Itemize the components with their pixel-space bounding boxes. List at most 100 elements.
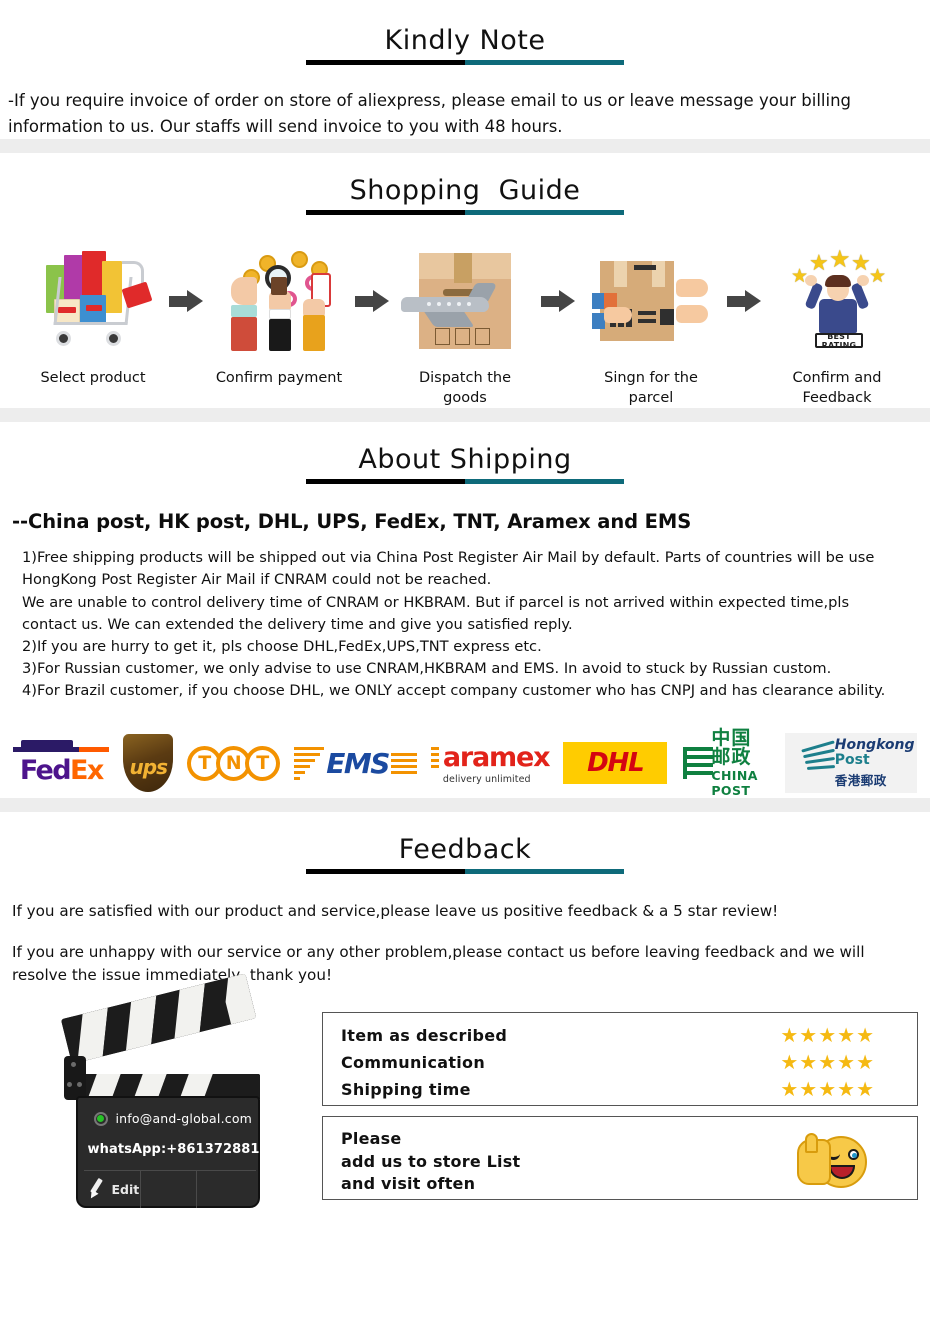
feedback-heading-wrap: Feedback	[0, 834, 930, 875]
rule-teal-segment	[465, 869, 624, 875]
tnt-logo: T N T	[187, 732, 281, 794]
step-label: Confirm and Feedback	[792, 370, 882, 406]
store-list-text: Please add us to store List and visit of…	[341, 1128, 520, 1196]
section-divider-3	[0, 798, 930, 813]
edit-label[interactable]: Edit	[112, 1182, 140, 1197]
shipping-paragraph: 1)Free shipping products will be shipped…	[22, 549, 875, 589]
hongkong-post-logo: Hongkong Post 香港郵政	[784, 732, 917, 794]
feedback-bottom-row: info@and-global.com whatsApp:+8613728817…	[0, 972, 930, 1216]
kindly-note-heading-wrap: Kindly Note	[0, 25, 930, 65]
heading-rule	[306, 60, 624, 65]
rating-stars: ★★★★★	[780, 1077, 875, 1102]
arrow-right-icon	[355, 290, 389, 313]
step-dispatch-goods: Dispatch the goods	[395, 243, 535, 408]
china-post-cn-text: 中国邮政	[711, 726, 752, 769]
fedex-logo-part1: Fed	[19, 755, 72, 787]
rule-black-segment	[306, 60, 465, 65]
dhl-logo-text: DHL	[587, 748, 645, 779]
step-arrow-2	[349, 243, 395, 359]
thumbs-up-wink-emoji-icon	[793, 1133, 867, 1191]
step-label: Dispatch the goods	[418, 370, 512, 406]
feedback-paragraph-2: If you are unhappy with our service or a…	[12, 943, 865, 984]
aramex-logo: aramex delivery unlimited	[430, 732, 551, 794]
hongkong-post-en2: Post	[834, 751, 870, 768]
contact-whatsapp: whatsApp:+8613728817739	[87, 1141, 297, 1157]
rule-teal-segment	[465, 479, 624, 485]
fedex-logo: FedEx	[13, 732, 110, 794]
step-label: Singn for the parcel	[604, 370, 698, 406]
step-confirm-payment: Confirm payment	[209, 243, 349, 389]
rule-teal-segment	[465, 60, 624, 65]
step-arrow-3	[535, 243, 581, 359]
clapperboard-body: info@and-global.com whatsApp:+8613728817…	[75, 1095, 296, 1208]
step-label: Select product	[40, 370, 146, 387]
table-row: Communication ★★★★★	[341, 1049, 903, 1076]
ems-logo-text: EMS	[326, 746, 390, 780]
shipping-paragraph: 3)For Russian customer, we only advise t…	[22, 660, 832, 678]
page-title-kindly-note: Kindly Note	[384, 25, 546, 56]
section-shopping-guide: Shopping Guide Select product Confirm pa…	[0, 153, 930, 408]
heading-rule	[306, 869, 624, 875]
shipping-paragraph: 2)If you are hurry to get it, pls choose…	[22, 637, 542, 655]
heading-rule	[306, 479, 624, 485]
shopping-cart-icon	[23, 243, 163, 359]
store-list-line-3: and visit often	[341, 1174, 476, 1194]
page-title-shopping-guide: Shopping Guide	[349, 175, 581, 207]
about-shipping-heading-wrap: About Shipping	[0, 444, 930, 485]
rule-black-segment	[306, 869, 465, 875]
section-about-shipping: About Shipping --China post, HK post, DH…	[0, 422, 930, 798]
section-feedback: Feedback If you are satisfied with our p…	[0, 812, 930, 1215]
table-row: Item as described ★★★★★	[341, 1022, 903, 1049]
rating-label: Shipping time	[341, 1079, 471, 1099]
hongkong-post-cn: 香港郵政	[834, 773, 887, 789]
add-to-store-list-box: Please add us to store List and visit of…	[322, 1115, 918, 1200]
arrow-right-icon	[541, 290, 575, 313]
step-sign-for-parcel: Singn for the parcel	[581, 243, 721, 408]
tnt-letter: N	[225, 752, 242, 775]
shipping-paragraph: We are unable to control delivery time o…	[22, 593, 850, 633]
step-arrow-1	[163, 243, 209, 359]
aramex-logo-text: aramex	[442, 741, 551, 773]
hongkong-post-en1: Hongkong	[834, 736, 915, 753]
aramex-tagline: delivery unlimited	[442, 773, 531, 785]
arrow-right-icon	[169, 290, 203, 313]
contact-clapperboard-card: info@and-global.com whatsApp:+8613728817…	[12, 972, 312, 1216]
carriers-summary-line: --China post, HK post, DHL, UPS, FedEx, …	[12, 510, 692, 534]
best-rating-icon: ★ ★ ★ ★ ★ BEST RATING	[791, 245, 887, 350]
rating-criteria-box: Item as described ★★★★★ Communication ★★…	[322, 1011, 918, 1106]
dhl-logo: DHL	[563, 732, 668, 794]
arrow-right-icon	[727, 290, 761, 313]
pencil-icon	[86, 1177, 108, 1201]
table-row: Shipping time ★★★★★	[341, 1076, 903, 1103]
store-list-line-2: add us to store List	[341, 1151, 521, 1171]
feedback-boxes: Item as described ★★★★★ Communication ★★…	[312, 1008, 918, 1200]
step-select-product: Select product	[23, 243, 163, 389]
tnt-letter: T	[198, 752, 212, 775]
step-label: Confirm payment	[215, 370, 343, 387]
payment-confirm-icon	[209, 243, 349, 359]
tnt-letter: T	[256, 752, 270, 775]
rating-label: Item as described	[341, 1025, 508, 1045]
page-title-feedback: Feedback	[398, 834, 532, 866]
shipping-policy-text: 1)Free shipping products will be shipped…	[0, 547, 930, 702]
step-confirm-feedback: ★ ★ ★ ★ ★ BEST RATING Confirm and Feedba…	[767, 243, 907, 408]
contact-email: info@and-global.com	[115, 1110, 253, 1126]
store-list-line-1: Please	[341, 1128, 402, 1148]
feedback-paragraph-1: If you are satisfied with our product an…	[12, 902, 779, 921]
ups-logo: ups	[123, 732, 174, 794]
section-kindly-note: Kindly Note -If you require invoice of o…	[0, 0, 930, 139]
rule-black-segment	[306, 479, 465, 485]
clapperboard-top-bar	[60, 972, 256, 1064]
page-title-about-shipping: About Shipping	[358, 444, 572, 476]
fedex-logo-part2: Ex	[70, 755, 104, 787]
rule-teal-segment	[465, 210, 624, 216]
section-divider-2	[0, 408, 930, 423]
china-post-logo: 中国邮政 CHINA POST	[681, 726, 770, 798]
step-arrow-4	[721, 243, 767, 359]
china-post-en-text: CHINA POST	[711, 768, 758, 799]
shopping-steps: Select product Confirm payment Dispatch …	[0, 243, 930, 408]
shipping-paragraph: 4)For Brazil customer, if you choose DHL…	[22, 682, 886, 700]
ems-logo: EMS	[294, 732, 417, 794]
ups-logo-text: ups	[129, 755, 168, 780]
rule-black-segment	[306, 210, 465, 216]
